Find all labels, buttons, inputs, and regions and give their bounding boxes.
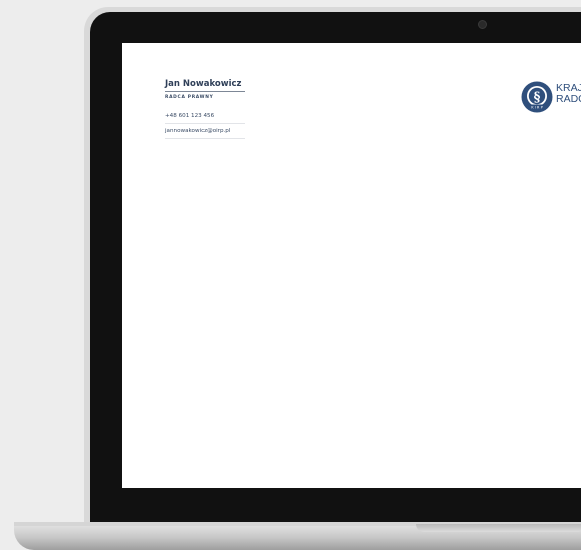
contact-email: jannowakowicz@oirp.pl xyxy=(165,128,231,134)
divider xyxy=(165,123,245,124)
contact-phone: +48 601 123 456 xyxy=(165,113,215,119)
contact-title: RADCA PRAWNY xyxy=(165,95,214,100)
organization-name-line2: RADC xyxy=(556,93,581,105)
organization-name: KRAJO RADC xyxy=(556,83,581,105)
letterhead-screen: Jan Nowakowicz RADCA PRAWNY +48 601 123 … xyxy=(122,43,581,488)
svg-text:K I R P: K I R P xyxy=(531,105,543,109)
laptop-opening-notch xyxy=(416,524,581,532)
kirp-seal-icon: § K I R P xyxy=(521,81,553,113)
contact-card: Jan Nowakowicz RADCA PRAWNY +48 601 123 … xyxy=(165,79,245,139)
divider xyxy=(165,138,245,139)
name-underline xyxy=(165,91,245,92)
contact-name: Jan Nowakowicz xyxy=(165,79,242,89)
camera-icon xyxy=(478,20,487,29)
svg-text:§: § xyxy=(534,90,541,105)
